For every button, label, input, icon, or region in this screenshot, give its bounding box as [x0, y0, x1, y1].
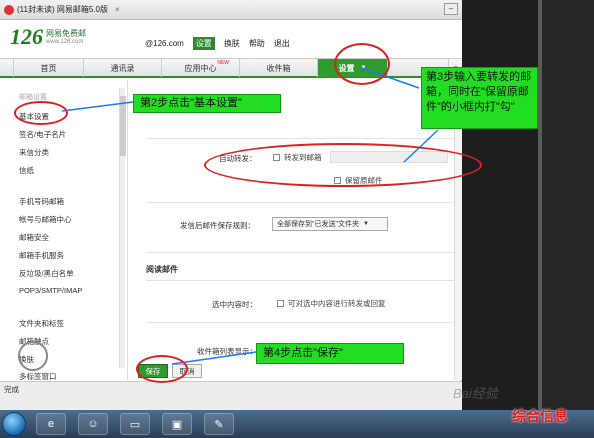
step2-arrow [61, 101, 134, 112]
forward-field-highlight [204, 143, 482, 187]
step3-callout: 第3步输入要转发的邮箱，同时在"保留原邮件"的小框内打"勾" [421, 67, 538, 129]
brand-watermark: 综合信息 [512, 408, 568, 424]
baidu-watermark: Bai经验 [453, 386, 498, 401]
save-button-highlight [136, 355, 188, 383]
basic-settings-highlight [14, 101, 68, 125]
annotation-layer [61, 67, 439, 365]
step4-callout: 第4步点击"保存" [256, 343, 404, 364]
cursor-icon [18, 341, 48, 371]
settings-tab-highlight [334, 43, 390, 85]
